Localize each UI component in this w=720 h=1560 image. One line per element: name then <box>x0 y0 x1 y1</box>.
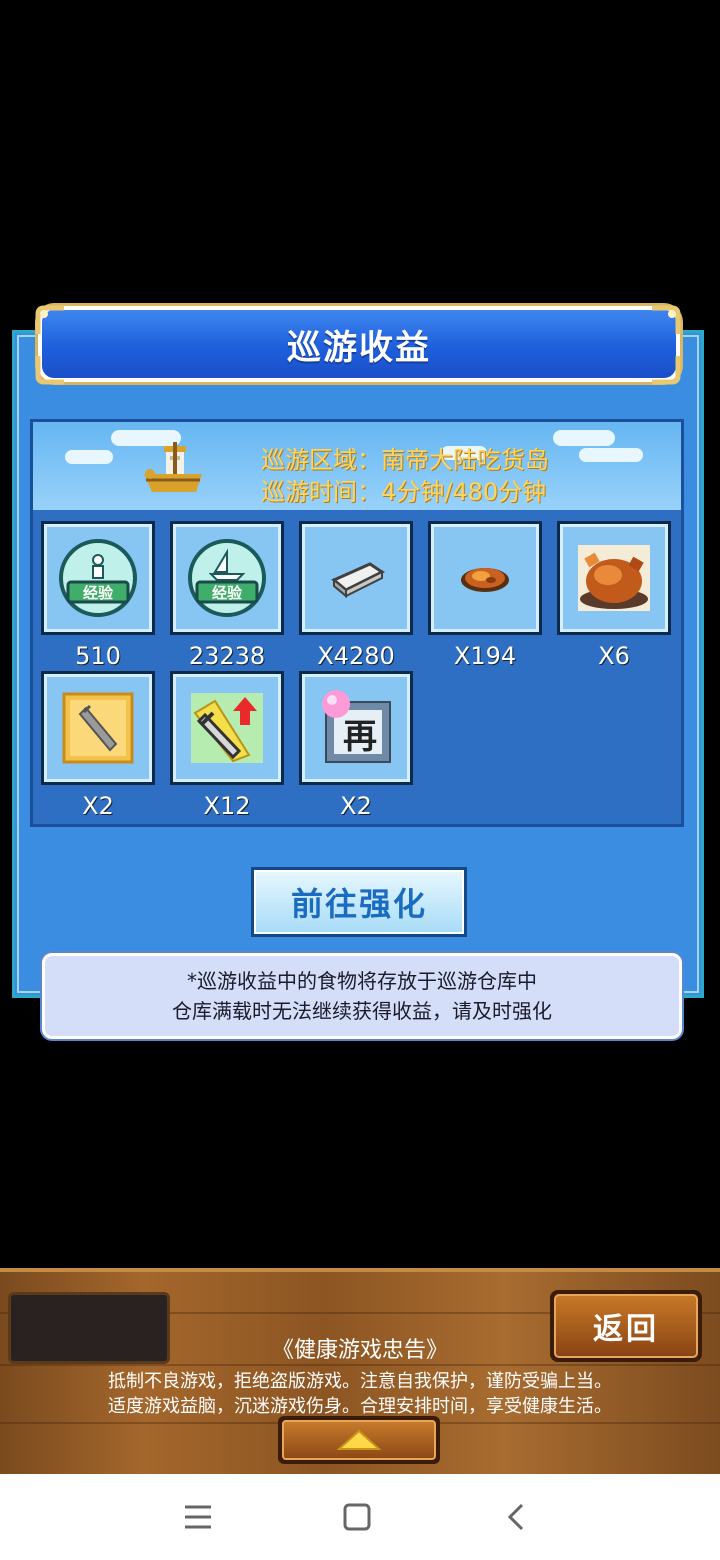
svg-text:经验: 经验 <box>83 584 114 602</box>
reward-count: 510 <box>75 642 121 670</box>
reward-slot[interactable] <box>170 671 284 785</box>
cruise-time-text: 巡游时间：4分钟/480分钟 <box>261 478 547 506</box>
note-line-1: *巡游收益中的食物将存放于巡游仓库中 <box>187 969 537 993</box>
corner-ornament-icon <box>34 304 68 338</box>
reward-count: X4280 <box>317 642 395 670</box>
roast-chicken-icon <box>578 545 650 611</box>
corner-ornament-icon <box>648 304 682 338</box>
reward-slot[interactable] <box>428 521 542 635</box>
dialog-title: 巡游收益 <box>287 327 431 368</box>
corner-ornament-icon <box>648 352 682 386</box>
reward-slot[interactable]: 经验 <box>170 521 284 635</box>
reward-slot[interactable] <box>299 521 413 635</box>
reward-count: X2 <box>340 792 372 820</box>
expand-button[interactable] <box>278 1416 440 1464</box>
home-square-icon[interactable] <box>327 1492 387 1542</box>
svg-text:再: 再 <box>343 717 377 757</box>
recruit-ticket-icon: 再 <box>322 690 391 763</box>
golden-ship-icon <box>140 440 206 502</box>
cruise-banner: 巡游区域：南帝大陆吃货岛 巡游时间：4分钟/480分钟 <box>33 422 681 510</box>
title-bar: 巡游收益 <box>38 306 680 382</box>
goto-upgrade-label: 前往强化 <box>254 870 464 934</box>
back-chevron-icon[interactable] <box>486 1492 546 1542</box>
reward-count: X12 <box>203 792 251 820</box>
reward-slot[interactable]: 再 <box>299 671 413 785</box>
reward-slot[interactable]: 经验 <box>41 521 155 635</box>
system-nav-bar <box>0 1474 720 1560</box>
silver-ingot-icon <box>331 562 385 598</box>
roast-meat-icon <box>461 568 509 592</box>
cruise-region-text: 巡游区域：南帝大陆吃货岛 <box>261 446 549 474</box>
health-advice-line-1: 抵制不良游戏，拒绝盗版游戏。注意自我保护，谨防受骗上当。 <box>108 1371 612 1392</box>
reward-count: X194 <box>453 642 517 670</box>
reward-slot[interactable] <box>41 671 155 785</box>
goto-upgrade-button[interactable]: 前往强化 <box>251 867 467 937</box>
corner-ornament-icon <box>34 352 68 386</box>
note-line-2: 仓库满载时无法继续获得收益，请及时强化 <box>172 999 552 1023</box>
reward-count: 23238 <box>188 642 266 670</box>
reward-count: X2 <box>82 792 114 820</box>
triangle-up-icon <box>337 1429 381 1450</box>
sword-upgrade-icon <box>191 693 263 763</box>
staff-exp-icon: 经验 <box>59 539 137 617</box>
storage-note: *巡游收益中的食物将存放于巡游仓库中 仓库满载时无法继续获得收益，请及时强化 <box>42 953 682 1039</box>
svg-text:经验: 经验 <box>212 584 243 602</box>
ship-exp-icon: 经验 <box>188 539 266 617</box>
health-advice-line-2: 适度游戏益脑，沉迷游戏伤身。合理安排时间，享受健康生活。 <box>108 1396 612 1417</box>
menu-icon[interactable] <box>168 1492 228 1542</box>
health-advice-title: 《健康游戏忠告》 <box>271 1338 448 1363</box>
sword-card-icon <box>62 692 134 764</box>
reward-count: X6 <box>598 642 630 670</box>
reward-slot[interactable] <box>557 521 671 635</box>
